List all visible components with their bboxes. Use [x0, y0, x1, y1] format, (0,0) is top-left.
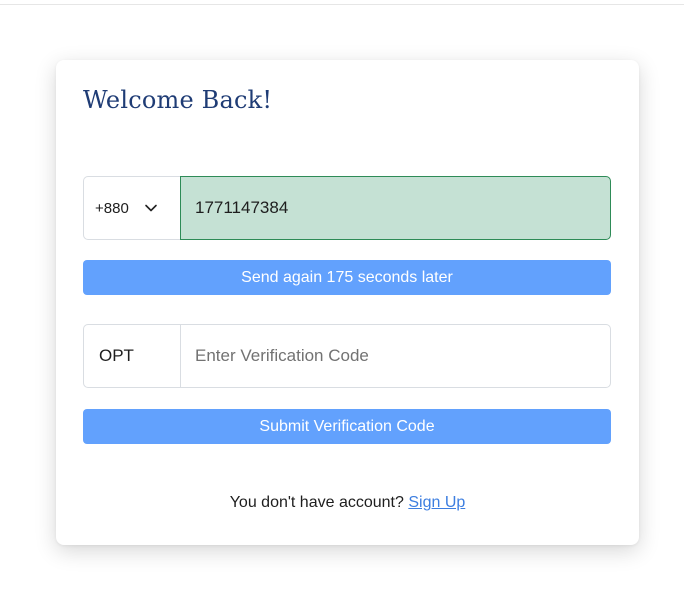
otp-label: OPT: [83, 324, 180, 388]
login-card: Welcome Back! +880 Send again 175 second…: [56, 60, 639, 545]
phone-number-input[interactable]: [180, 176, 611, 240]
submit-verification-button[interactable]: Submit Verification Code: [83, 409, 611, 444]
verification-code-input[interactable]: [180, 324, 611, 388]
signup-link[interactable]: Sign Up: [408, 494, 465, 511]
page-title: Welcome Back!: [83, 86, 273, 114]
phone-input-group: +880: [83, 176, 611, 240]
top-divider: [0, 4, 684, 5]
chevron-down-icon: [144, 201, 158, 215]
otp-input-group: OPT: [83, 324, 611, 388]
signup-prompt-text: You don't have account?: [229, 494, 404, 511]
signup-prompt-row: You don't have account? Sign Up: [56, 494, 639, 512]
country-code-select[interactable]: +880: [83, 176, 180, 240]
country-code-value: +880: [95, 199, 129, 217]
send-again-button[interactable]: Send again 175 seconds later: [83, 260, 611, 295]
